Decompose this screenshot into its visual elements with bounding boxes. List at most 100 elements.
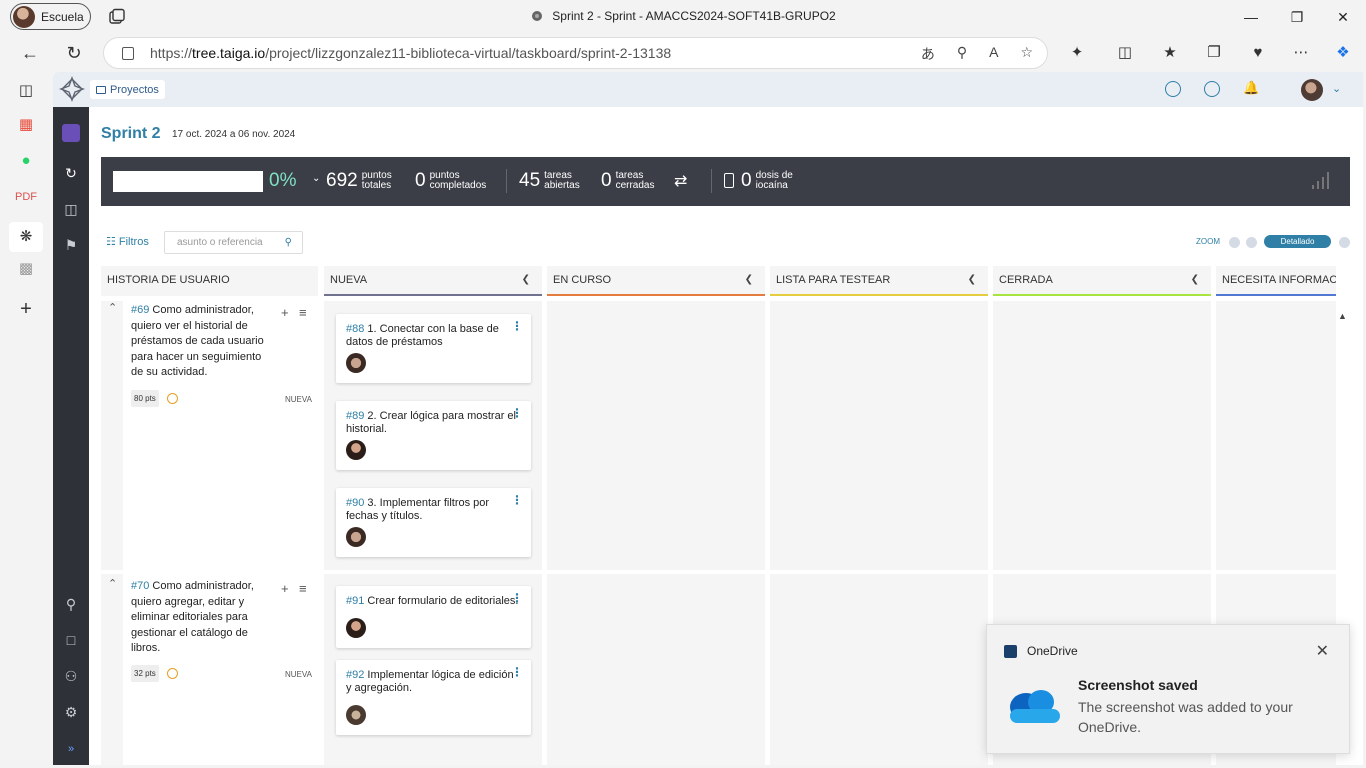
column-header-ready-test[interactable]: LISTA PARA TESTEAR ❮	[770, 266, 988, 296]
browser-essentials-icon[interactable]: ♥	[1248, 43, 1268, 63]
wiki-book-icon[interactable]: □	[62, 631, 80, 649]
story-status[interactable]: NUEVA	[285, 395, 312, 404]
zoom-level-4[interactable]	[1339, 237, 1350, 248]
project-avatar-icon[interactable]	[62, 124, 80, 142]
back-icon[interactable]: ←	[18, 42, 42, 66]
zoom-icon[interactable]: ⚲	[957, 44, 967, 64]
burndown-graph-icon[interactable]	[1311, 170, 1333, 190]
taiga-app-icon[interactable]: ❋	[9, 222, 43, 252]
assignee-avatar[interactable]	[346, 527, 366, 547]
collapse-lane-icon[interactable]: ⌃	[108, 301, 117, 314]
add-app-icon[interactable]: +	[15, 298, 37, 320]
more-icon[interactable]: ⋯	[1291, 43, 1311, 63]
task-card-92[interactable]: #92 Implementar lógica de edición y agre…	[336, 660, 531, 735]
kebab-menu-icon[interactable]: ⋮	[511, 494, 523, 507]
favorites-icon[interactable]: ★	[1160, 43, 1180, 63]
user-story-69[interactable]: #69 Como administrador, quiero ver el his…	[131, 303, 271, 381]
read-aloud-icon[interactable]: A	[989, 44, 998, 64]
column-header-in-progress[interactable]: EN CURSO ❮	[547, 266, 765, 296]
collapse-lane-icon[interactable]: ⌃	[108, 577, 117, 590]
bookmark-icon[interactable]: ⚑	[62, 236, 80, 254]
project-sidebar: ↻ ◫ ⚑ ⚲ □ ⚇ ⚙ »	[53, 107, 89, 765]
scrum-icon[interactable]: ↻	[62, 164, 80, 182]
search-icon[interactable]: ⚲	[285, 237, 292, 248]
compass-icon[interactable]	[1165, 81, 1181, 97]
office-icon[interactable]: ▦	[15, 114, 37, 136]
bulk-add-icon[interactable]: ≡	[299, 305, 307, 320]
scroll-up-arrow-icon[interactable]: ▲	[1338, 311, 1347, 321]
clock-icon[interactable]	[167, 393, 178, 404]
user-story-70[interactable]: #70 Como administrador, quiero agregar, e…	[131, 579, 271, 657]
vertical-tabs-icon[interactable]: ◫	[15, 80, 37, 102]
expand-sidebar-icon[interactable]: »	[62, 740, 80, 758]
collapse-chevron-icon[interactable]: ❮	[745, 274, 753, 285]
translate-icon[interactable]: あ	[921, 44, 935, 64]
notifications-bell-icon[interactable]: 🔔	[1243, 80, 1259, 96]
collapse-chevron-icon[interactable]: ❮	[1191, 274, 1199, 285]
collapse-chevron-icon[interactable]: ❮	[522, 274, 530, 285]
extensions-icon[interactable]: ✦	[1067, 43, 1087, 63]
kebab-menu-icon[interactable]: ⋮	[511, 666, 523, 679]
chevron-down-icon[interactable]: ⌄	[1332, 82, 1341, 95]
zoom-detailed-button[interactable]: Detallado	[1264, 235, 1331, 248]
refresh-icon[interactable]: ↻	[62, 42, 86, 66]
add-task-icon[interactable]: +	[281, 305, 289, 320]
kebab-menu-icon[interactable]: ⋮	[511, 592, 523, 605]
task-card-89[interactable]: #89 2. Crear lógica para mostrar el hist…	[336, 401, 531, 470]
progress-bar	[113, 171, 263, 192]
sliders-icon: ☷	[106, 236, 116, 248]
kanban-icon[interactable]: ◫	[62, 200, 80, 218]
zoom-level-2[interactable]	[1246, 237, 1257, 248]
toggle-stats-chevron-icon[interactable]: ⌄	[312, 173, 320, 184]
search-icon[interactable]: ⚲	[62, 595, 80, 613]
add-task-icon[interactable]: +	[281, 581, 289, 596]
task-card-91[interactable]: #91 Crear formulario de editoriales. ⋮	[336, 586, 531, 648]
assignee-avatar[interactable]	[346, 618, 366, 638]
column-color-bar	[993, 294, 1211, 296]
minimize-icon[interactable]: —	[1240, 6, 1262, 28]
whatsapp-icon[interactable]: ●	[15, 150, 37, 172]
search-input[interactable]: asunto o referencia ⚲	[164, 231, 303, 254]
collapse-chevron-icon[interactable]: ❮	[968, 274, 976, 285]
favorite-star-icon[interactable]: ☆	[1020, 44, 1033, 64]
column-header-closed[interactable]: CERRADA ❮	[993, 266, 1211, 296]
restore-icon[interactable]: ❐	[1286, 6, 1308, 28]
bulk-add-icon[interactable]: ≡	[299, 581, 307, 596]
column-header-needs-info[interactable]: NECESITA INFORMACIÓN	[1216, 266, 1336, 296]
zoom-level-1[interactable]	[1229, 237, 1240, 248]
help-icon[interactable]	[1204, 81, 1220, 97]
column-header-us: HISTORIA DE USUARIO	[101, 266, 318, 296]
pdf-icon[interactable]: PDF	[15, 186, 37, 208]
task-card-88[interactable]: #88 1. Conectar con la base de datos de …	[336, 314, 531, 383]
window-title: Sprint 2 - Sprint - AMACCS2024-SOFT41B-G…	[0, 9, 1366, 23]
collections-icon[interactable]: ❐	[1204, 43, 1224, 63]
filters-button[interactable]: ☷ Filtros	[106, 235, 149, 249]
user-avatar[interactable]	[1301, 79, 1323, 101]
onedrive-notification[interactable]: OneDrive ✕ Screenshot saved The screensh…	[986, 624, 1350, 754]
swap-arrows-icon[interactable]: ⇄	[674, 171, 687, 191]
stat-total-points: 692 puntos totales	[326, 170, 392, 191]
progress-percentage: 0%	[269, 170, 297, 191]
copilot-icon[interactable]: ❖	[1333, 43, 1353, 63]
projects-button[interactable]: Proyectos	[90, 80, 165, 99]
assignee-avatar[interactable]	[346, 440, 366, 460]
kebab-menu-icon[interactable]: ⋮	[511, 320, 523, 333]
url-field[interactable]: https://tree.taiga.io/project/lizzgonzal…	[103, 37, 1048, 69]
task-card-90[interactable]: #90 3. Implementar filtros por fechas y …	[336, 488, 531, 557]
clock-icon[interactable]	[167, 668, 178, 679]
team-icon[interactable]: ⚇	[62, 667, 80, 685]
kebab-menu-icon[interactable]: ⋮	[511, 407, 523, 420]
assignee-avatar[interactable]	[346, 705, 366, 725]
lane-cell	[1216, 301, 1336, 570]
settings-gear-icon[interactable]: ⚙	[62, 703, 80, 721]
stat-open-tasks: 45 tareas abiertas	[519, 170, 580, 191]
taiga-logo-icon[interactable]	[59, 76, 85, 102]
close-icon[interactable]: ✕	[1316, 641, 1329, 661]
close-window-icon[interactable]: ✕	[1332, 6, 1354, 28]
story-status[interactable]: NUEVA	[285, 670, 312, 679]
split-screen-icon[interactable]: ◫	[1115, 43, 1135, 63]
column-header-new[interactable]: NUEVA ❮	[324, 266, 542, 296]
sprint-title: Sprint 2	[101, 125, 161, 142]
assignee-avatar[interactable]	[346, 353, 366, 373]
app-icon[interactable]: ▩	[15, 258, 37, 280]
